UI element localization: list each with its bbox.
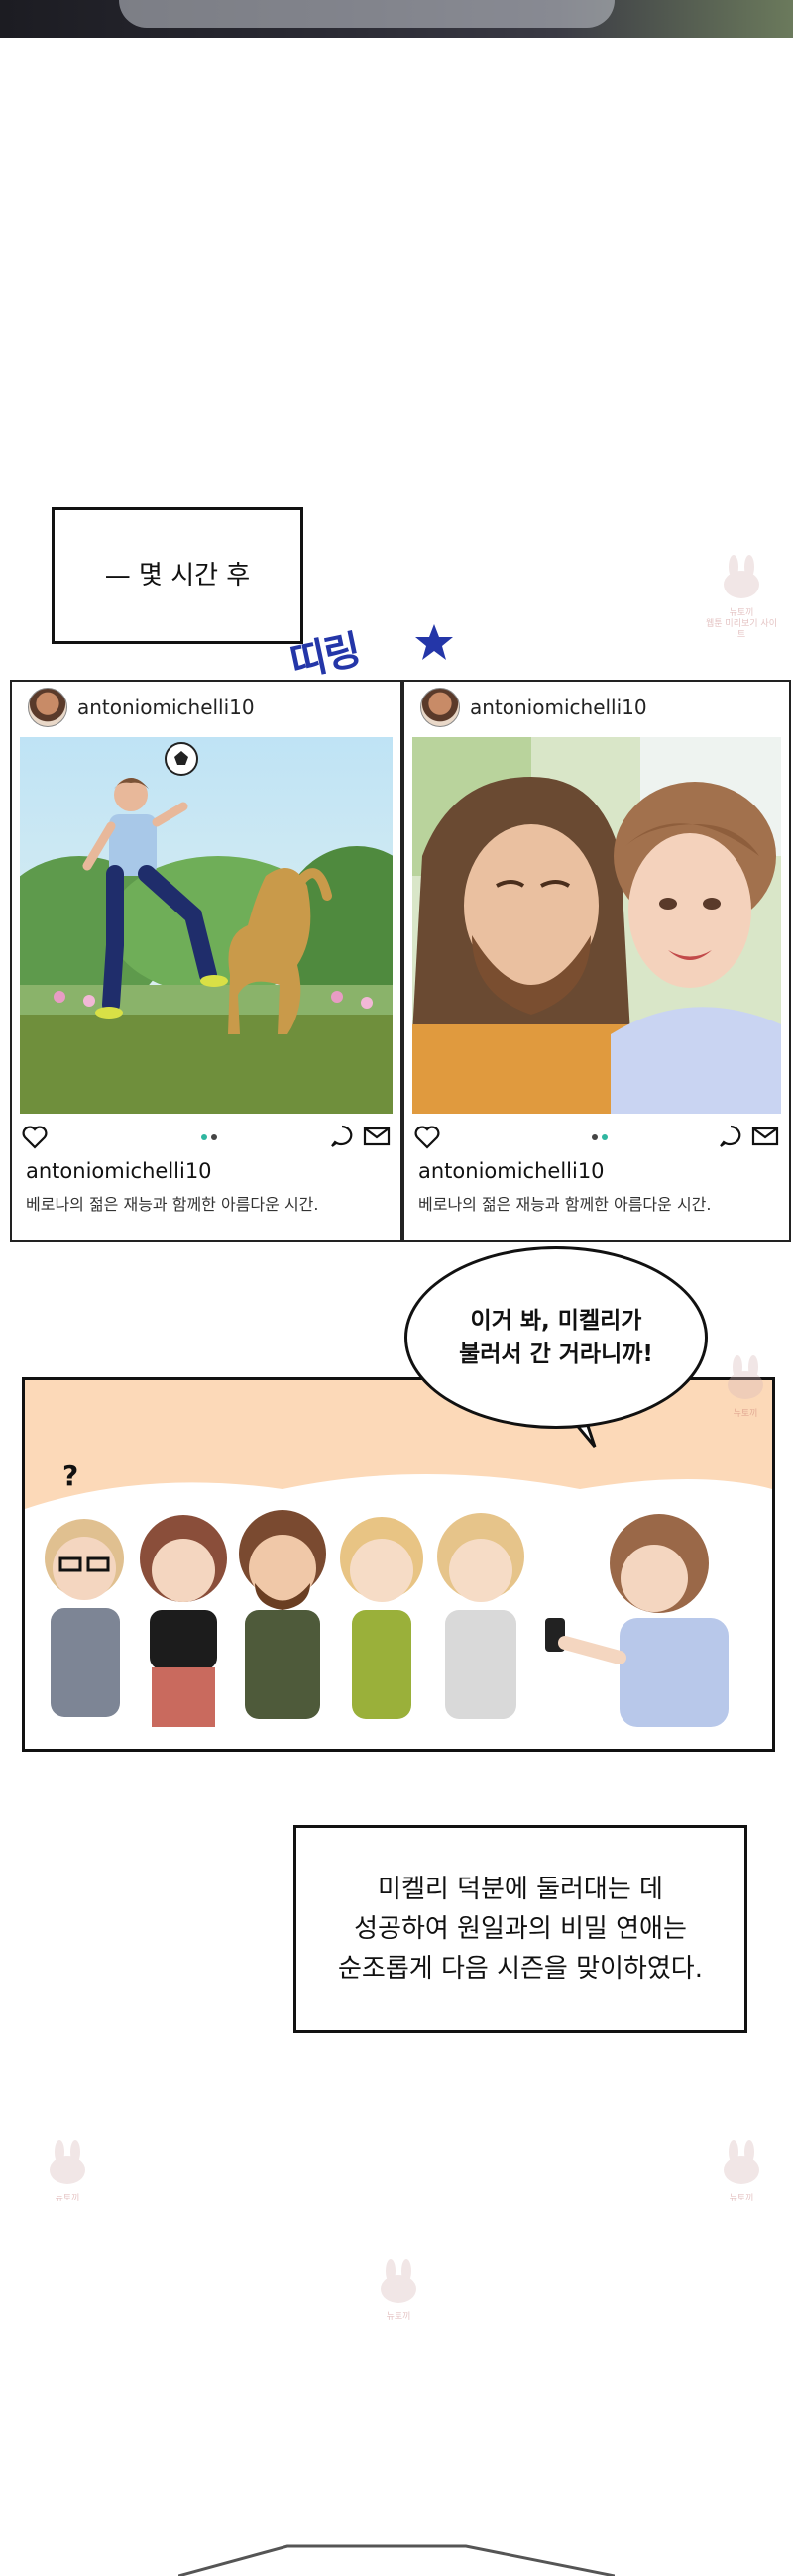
watermark-rabbit-icon xyxy=(381,2259,416,2303)
post-handle[interactable]: antoniomichelli10 xyxy=(77,696,255,719)
chibi-glasses xyxy=(45,1519,124,1717)
carousel-dots xyxy=(201,1134,217,1140)
instagram-post-1: antoniomichelli10 antoniomichelli10 베로나의… xyxy=(10,680,402,1242)
watermark-text: 뉴토끼 xyxy=(729,608,754,618)
post-caption: 베로나의 젊은 재능과 함께한 아름다운 시간. xyxy=(26,1195,319,1214)
watermark: 뉴토끼 웹툰 미리보기 사이트 xyxy=(702,555,781,640)
chibi-blonde-man xyxy=(437,1513,524,1719)
post-photo-selfie xyxy=(412,737,781,1114)
heart-icon[interactable] xyxy=(414,1126,440,1149)
watermark-rabbit-icon xyxy=(50,2140,85,2184)
post-username[interactable]: antoniomichelli10 xyxy=(26,1159,212,1183)
post-photo-soccer xyxy=(20,737,393,1114)
speech-text: 이거 봐, 미켈리가 불러서 간 거라니까! xyxy=(459,1307,653,1368)
watermark-text: 뉴토끼 xyxy=(733,1409,758,1419)
narration-text: 미켈리 덕분에 둘러대는 데 성공하여 원일과의 비밀 연애는 순조롭게 다음 … xyxy=(338,1874,703,1985)
post-actions xyxy=(414,1124,779,1153)
watermark-text: 뉴토끼 xyxy=(386,2312,411,2322)
avatar[interactable] xyxy=(28,688,67,727)
watermark-rabbit-icon xyxy=(728,1355,763,1399)
group-chibi-illustration xyxy=(25,1380,772,1749)
narration-box-summary: 미켈리 덕분에 둘러대는 데 성공하여 원일과의 비밀 연애는 순조롭게 다음 … xyxy=(293,1825,747,2033)
avatar[interactable] xyxy=(420,688,460,727)
watermark-text: 뉴토끼 xyxy=(55,2194,80,2203)
post-username[interactable]: antoniomichelli10 xyxy=(418,1159,605,1183)
chibi-woman-black-top xyxy=(140,1515,227,1727)
watermark-rabbit-icon xyxy=(724,2140,759,2184)
next-panel-edge xyxy=(178,2544,615,2576)
comment-icon[interactable] xyxy=(718,1124,743,1149)
post-actions xyxy=(22,1124,391,1153)
watermark: 뉴토끼 xyxy=(359,2259,438,2323)
chibi-bearded-man xyxy=(239,1510,326,1719)
send-icon[interactable] xyxy=(363,1126,391,1147)
watermark-rabbit-icon xyxy=(724,555,759,598)
watermark-text: 뉴토끼 xyxy=(729,2194,754,2203)
watermark: 뉴토끼 xyxy=(706,1355,785,1420)
narration-box-time-skip: — 몇 시간 후 xyxy=(52,507,303,644)
speech-bubble: 이거 봐, 미켈리가 불러서 간 거라니까! xyxy=(404,1246,708,1429)
post-header: antoniomichelli10 xyxy=(12,682,400,733)
comment-icon[interactable] xyxy=(329,1124,355,1149)
question-mark: ? xyxy=(62,1459,79,1492)
star-icon xyxy=(415,624,453,660)
previous-panel-figure xyxy=(119,0,615,28)
selfie-illustration xyxy=(412,737,781,1114)
narration-text: — 몇 시간 후 xyxy=(104,560,251,590)
post-caption: 베로나의 젊은 재능과 함께한 아름다운 시간. xyxy=(418,1195,712,1214)
watermark: 뉴토끼 xyxy=(702,2140,781,2204)
post-handle[interactable]: antoniomichelli10 xyxy=(470,696,647,719)
send-icon[interactable] xyxy=(751,1126,779,1147)
instagram-post-2: antoniomichelli10 antoniomichelli10 베로나의… xyxy=(402,680,791,1242)
group-panel: ? xyxy=(22,1377,775,1752)
carousel-dots xyxy=(592,1134,608,1140)
watermark: 뉴토끼 xyxy=(28,2140,107,2204)
watermark-subtext: 웹툰 미리보기 사이트 xyxy=(706,618,777,640)
heart-icon[interactable] xyxy=(22,1126,48,1149)
soccer-dog-illustration xyxy=(20,737,393,1114)
post-header: antoniomichelli10 xyxy=(404,682,789,733)
